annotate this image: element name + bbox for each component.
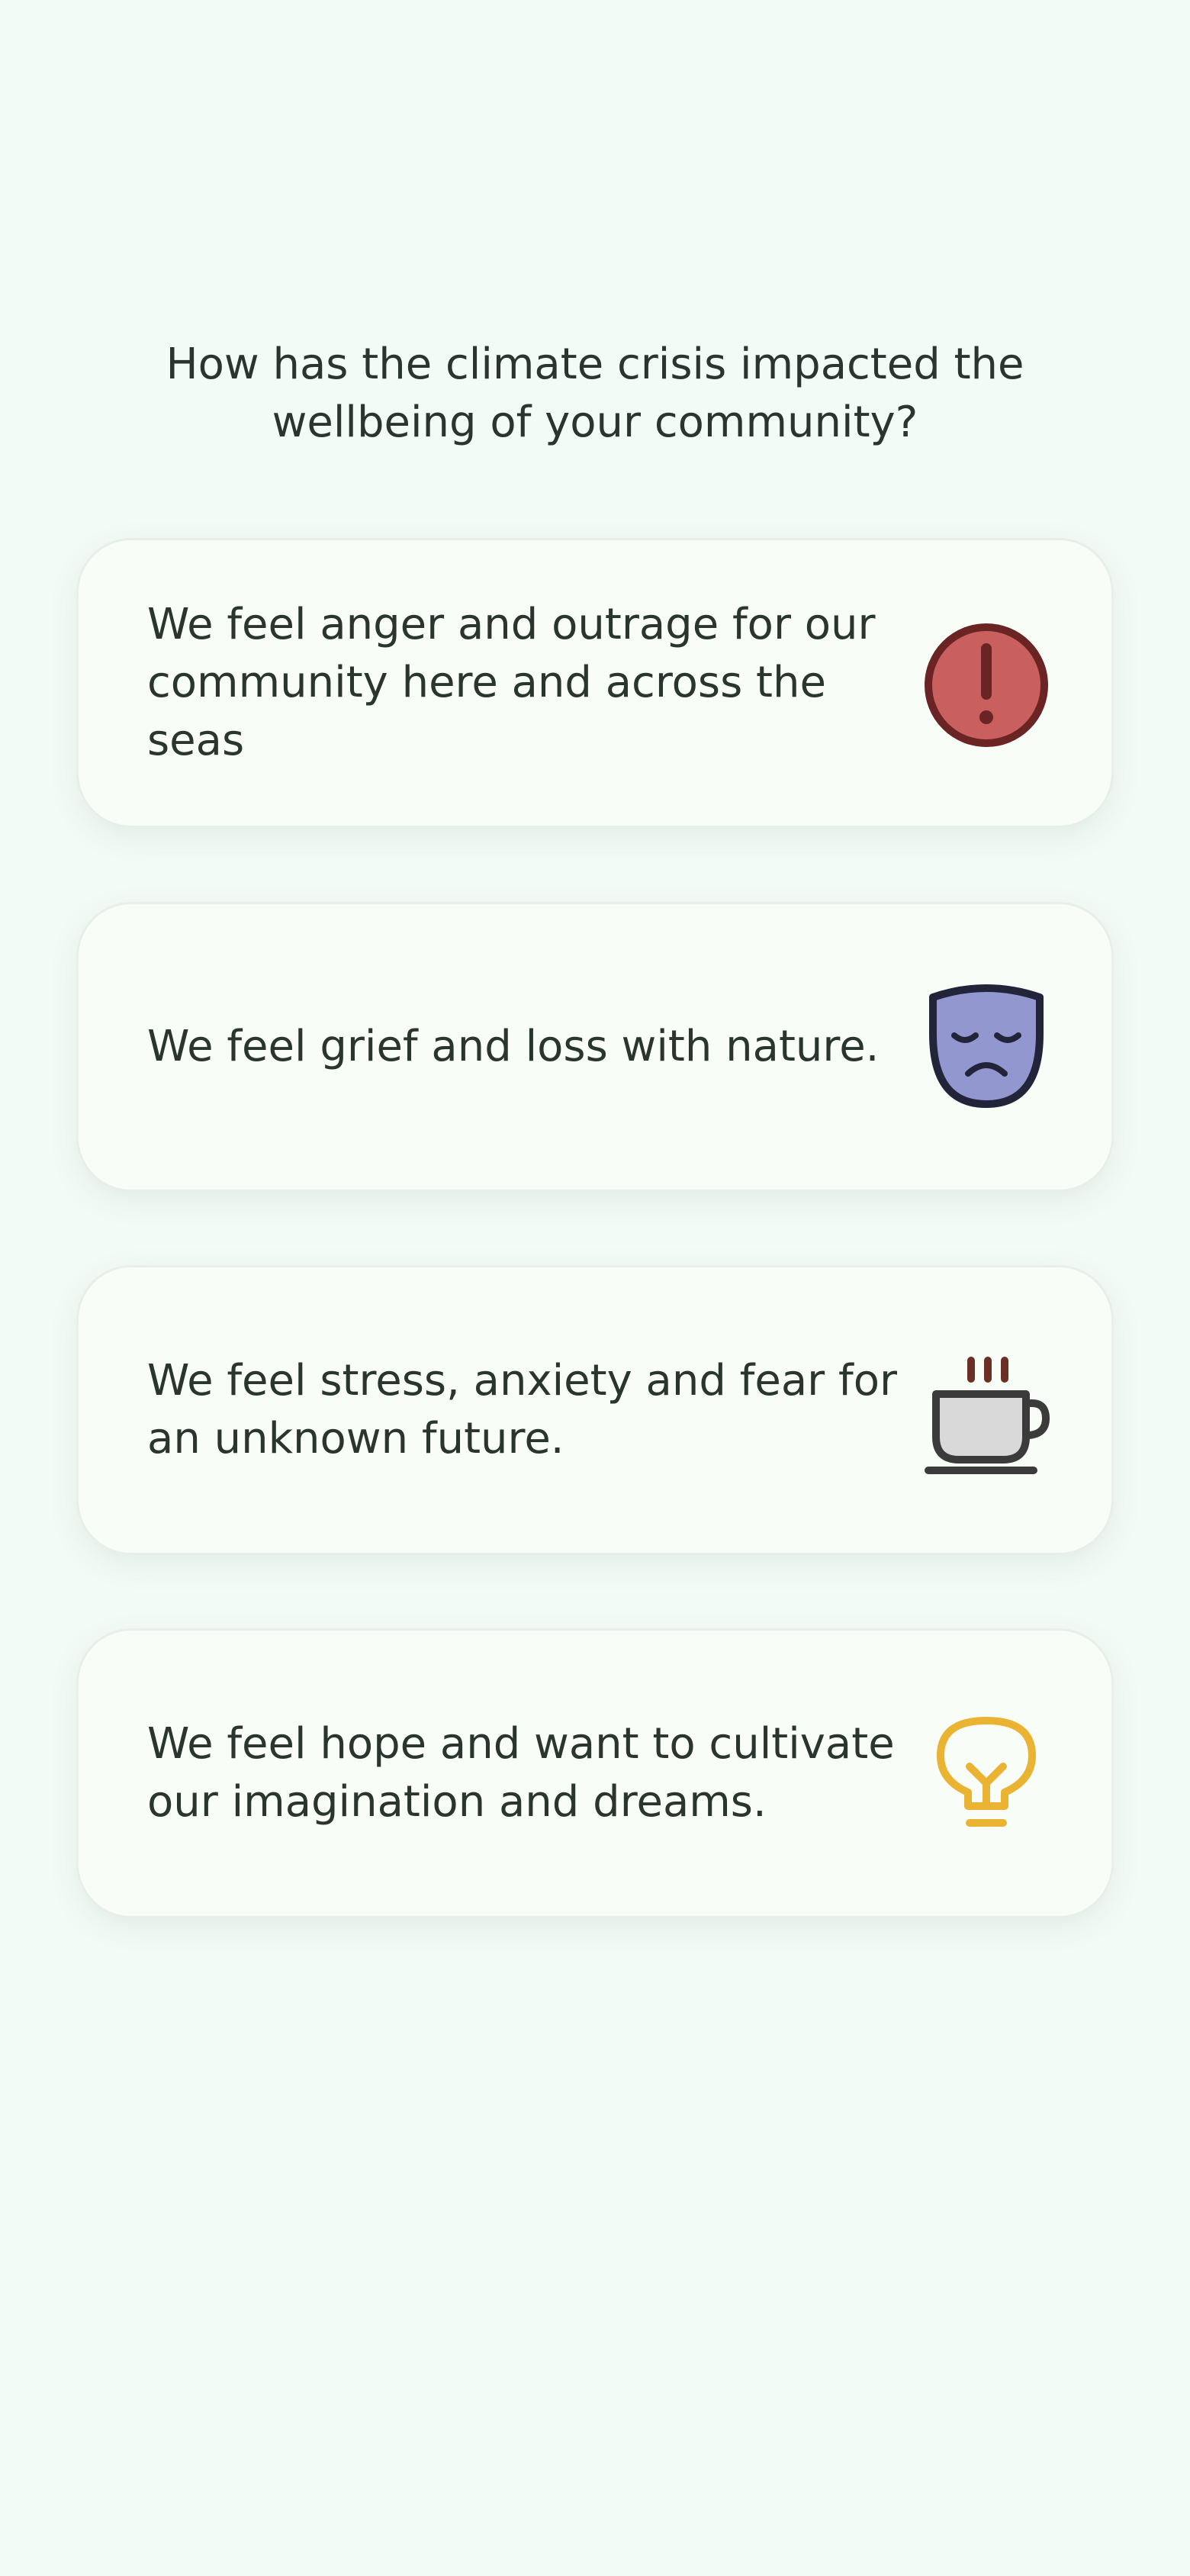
- option-label: We feel hope and want to cultivate our i…: [147, 1719, 895, 1827]
- question-title: How has the climate crisis impacted the …: [166, 340, 1024, 447]
- option-card-anger[interactable]: We feel anger and outrage for our commun…: [76, 538, 1114, 828]
- option-card-stress[interactable]: We feel stress, anxiety and fear for an …: [76, 1265, 1114, 1555]
- alert-icon: [918, 617, 1055, 754]
- steaming-cup-icon: [918, 1344, 1055, 1481]
- option-label: We feel stress, anxiety and fear for an …: [147, 1356, 897, 1463]
- option-label: We feel grief and loss with nature.: [147, 1022, 880, 1071]
- option-card-hope[interactable]: We feel hope and want to cultivate our i…: [76, 1628, 1114, 1918]
- lightbulb-icon: [918, 1707, 1055, 1844]
- option-card-grief[interactable]: We feel grief and loss with nature.: [76, 902, 1114, 1192]
- option-label: We feel anger and outrage for our commun…: [147, 600, 876, 765]
- sad-mask-icon: [918, 980, 1055, 1118]
